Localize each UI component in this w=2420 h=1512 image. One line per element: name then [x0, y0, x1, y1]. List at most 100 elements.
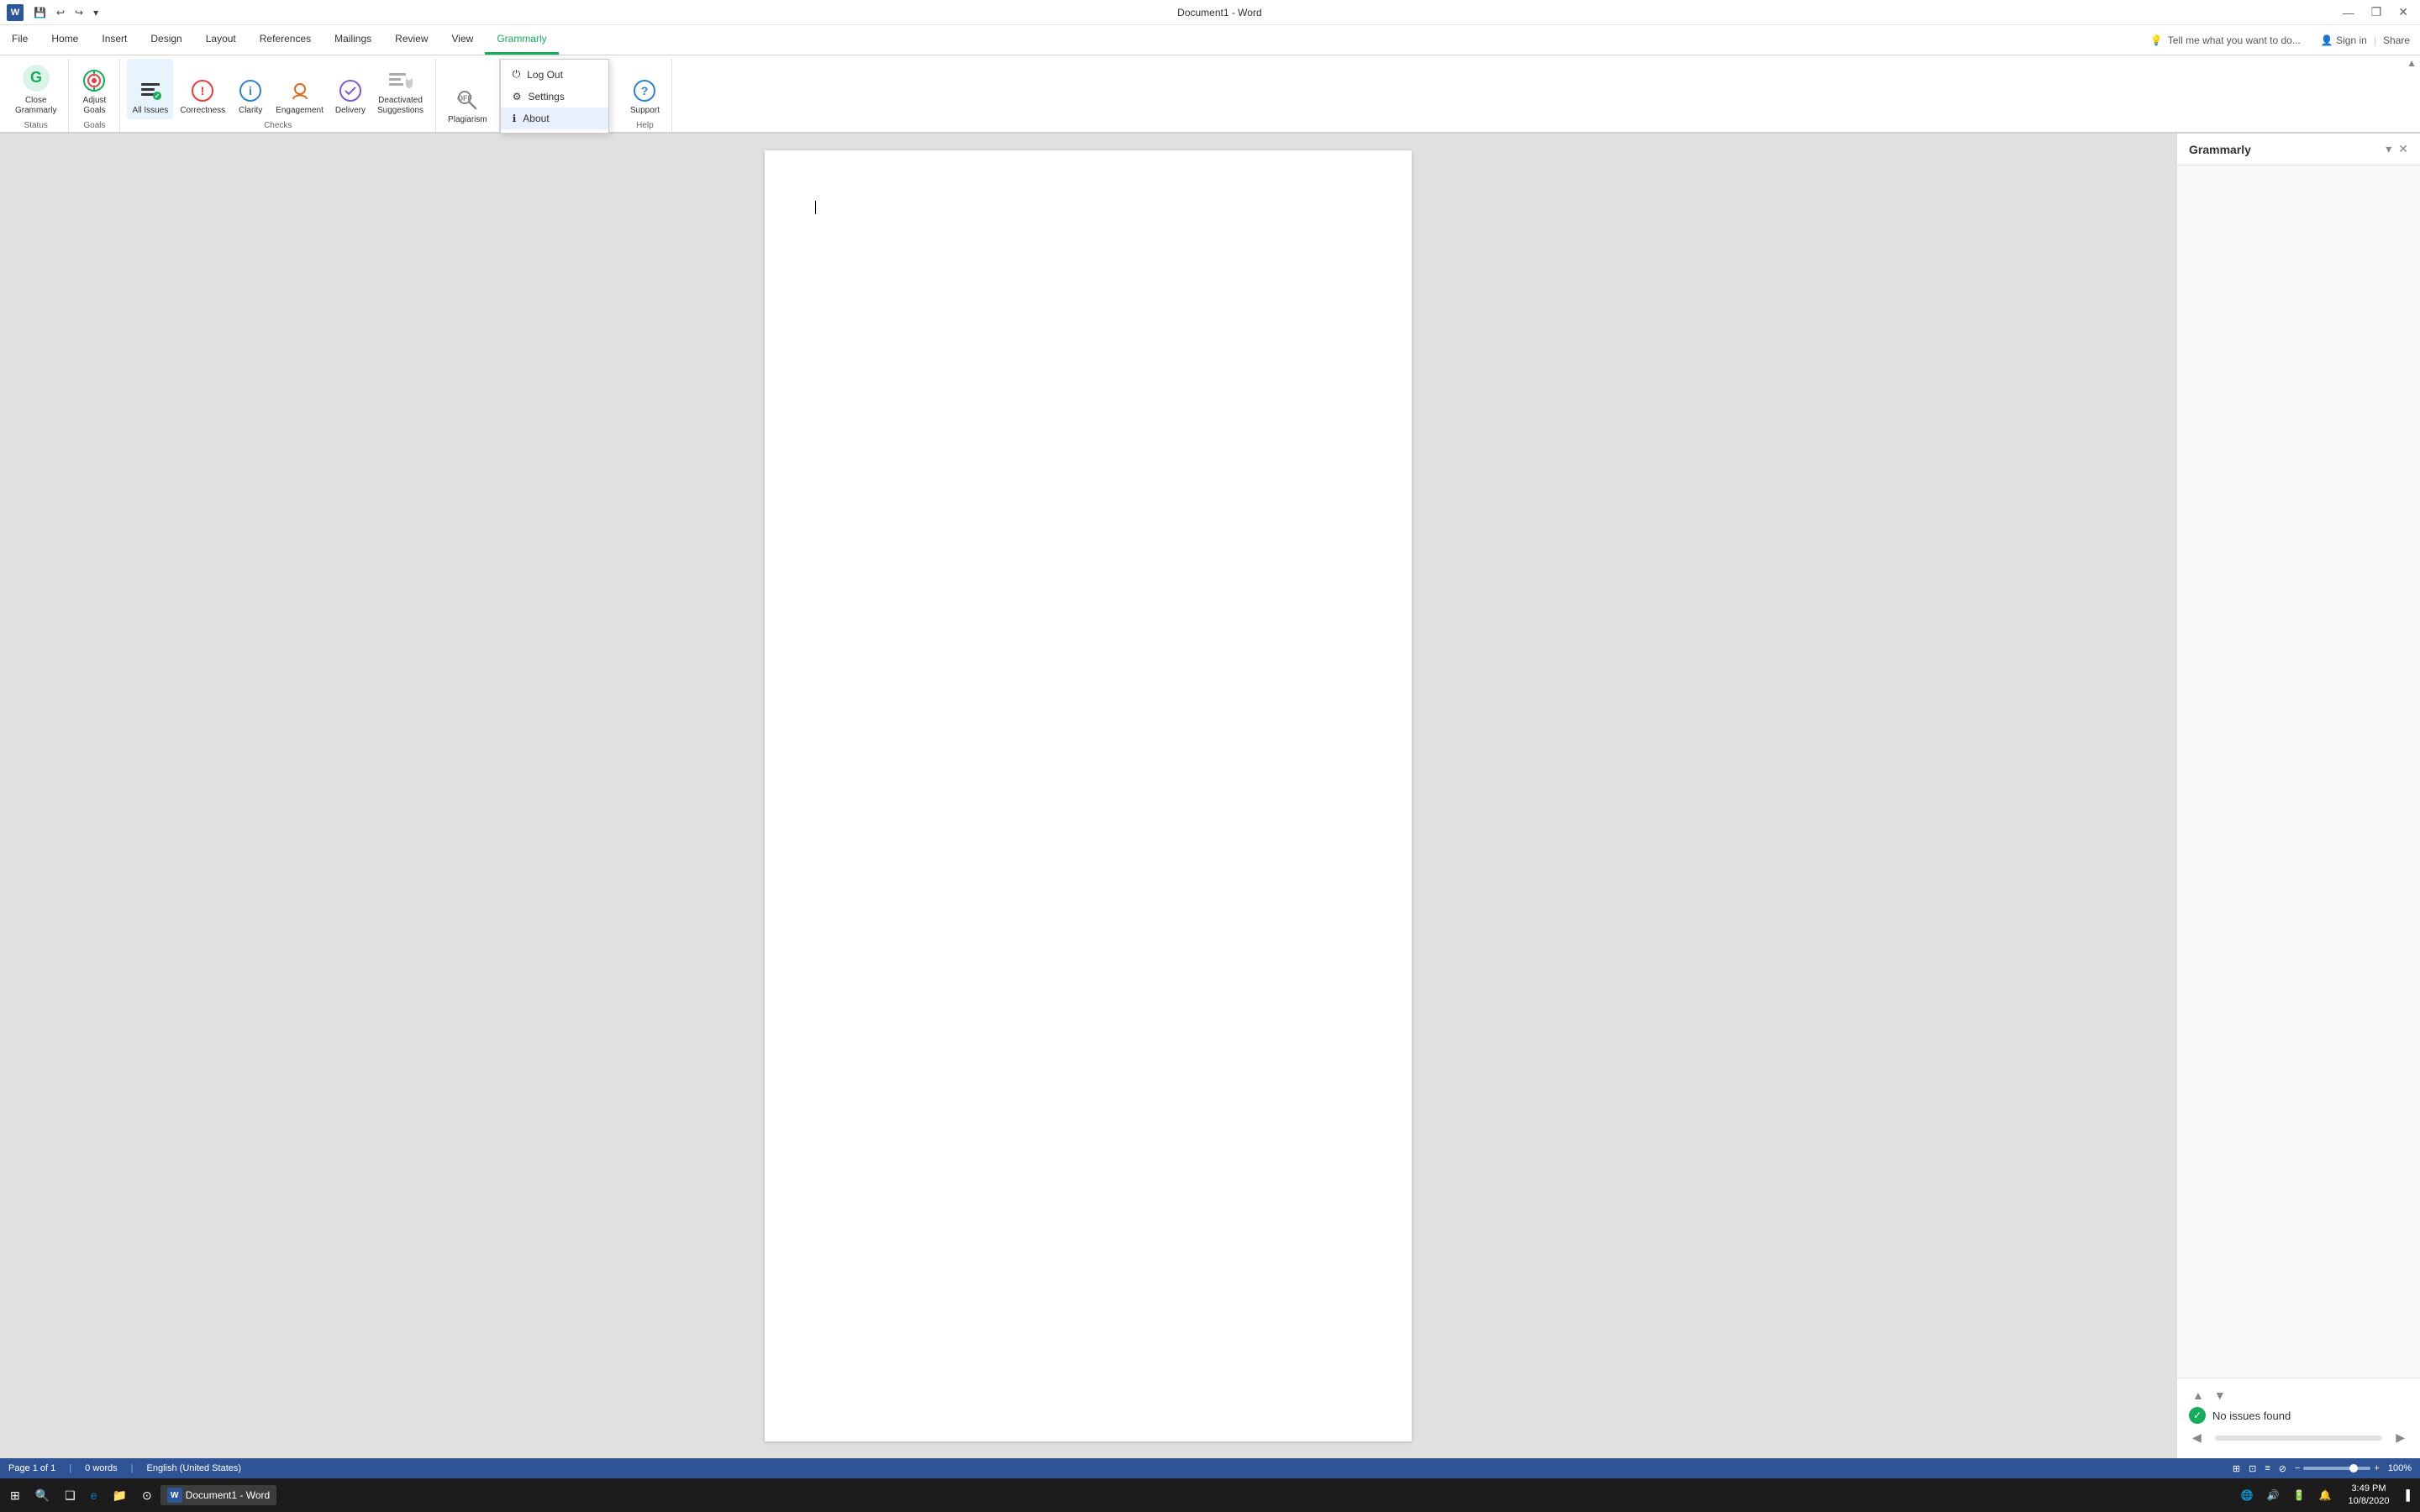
panel-scroll-bar: ◀ ▶ [2189, 1429, 2408, 1450]
panel-collapse-btn[interactable]: ▾ [2386, 142, 2391, 156]
plagiarism-btn[interactable]: OFF Plagiarism [443, 68, 492, 129]
support-btn[interactable]: ? Support [625, 59, 665, 119]
taskview-btn[interactable]: ❑ [58, 1485, 82, 1506]
grammarly-panel-content [2177, 165, 2420, 1378]
ribbon-search[interactable]: 💡 Tell me what you want to do... [2140, 25, 2311, 55]
clarity-btn[interactable]: i Clarity [232, 59, 269, 119]
search-icon: 💡 [2150, 34, 2163, 46]
edge-btn[interactable]: e [84, 1485, 104, 1505]
panel-scrollbar-track[interactable] [2215, 1436, 2382, 1441]
zoom-track[interactable] [2303, 1467, 2370, 1470]
svg-text:!: ! [201, 84, 205, 97]
zoom-percent[interactable]: 100% [2388, 1463, 2412, 1473]
sign-in-btn[interactable]: 👤 Sign in [2321, 34, 2367, 46]
close-grammarly-label: CloseGrammarly [15, 96, 56, 116]
correctness-btn[interactable]: ! Correctness [175, 59, 230, 119]
ribbon-group-plagiarism: OFF Plagiarism [436, 59, 500, 132]
deactivated-suggestions-btn[interactable]: DeactivatedSuggestions [372, 59, 429, 119]
web-layout-btn[interactable]: ⊡ [2249, 1463, 2256, 1474]
logout-item[interactable]: ⏻ Log Out [501, 63, 608, 86]
taskbar-clock[interactable]: 3:49 PM 10/8/2020 [2342, 1483, 2396, 1509]
zoom-in-btn[interactable]: + [2374, 1463, 2379, 1473]
word-taskbar-btn[interactable]: W Document1 - Word [160, 1485, 276, 1505]
tab-review[interactable]: Review [383, 25, 439, 55]
status-bar-right: ⊞ ⊡ ≡ ⊘ − + 100% [2233, 1463, 2412, 1474]
power-icon: ⏻ [513, 68, 521, 81]
customize-qat-btn[interactable]: ▾ [90, 5, 102, 20]
settings-dropdown: ⏻ Log Out ⚙ Settings ℹ About [500, 59, 609, 134]
ribbon-collapse-btn[interactable]: ▲ [2407, 57, 2417, 69]
title-bar-title: Document1 - Word [102, 7, 2338, 18]
ribbon-group-goals: AdjustGoals Goals [69, 59, 120, 132]
about-item[interactable]: ℹ About [501, 108, 608, 129]
panel-down-btn[interactable]: ▼ [2211, 1387, 2229, 1404]
panel-up-btn[interactable]: ▲ [2189, 1387, 2207, 1404]
start-btn[interactable]: ⊞ [3, 1485, 27, 1506]
all-issues-icon: ✓ [137, 77, 164, 104]
clock-time: 3:49 PM [2349, 1483, 2390, 1495]
search-btn[interactable]: 🔍 [29, 1485, 56, 1506]
deactivated-svg [387, 69, 414, 92]
tab-file[interactable]: File [0, 25, 39, 55]
word-taskbar-icon: W [167, 1488, 182, 1503]
words-status[interactable]: 0 words [85, 1463, 118, 1473]
info-icon: ℹ [513, 113, 517, 124]
all-issues-btn[interactable]: ✓ All Issues [127, 59, 173, 119]
focus-btn[interactable]: ⊘ [2279, 1463, 2286, 1474]
tab-design[interactable]: Design [139, 25, 193, 55]
language-status[interactable]: English (United States) [147, 1463, 242, 1473]
status-sep-1: | [69, 1463, 71, 1473]
tab-mailings[interactable]: Mailings [323, 25, 383, 55]
close-grammarly-icon: G [19, 62, 53, 94]
about-label: About [523, 113, 549, 124]
tab-layout[interactable]: Layout [194, 25, 248, 55]
logout-label: Log Out [527, 69, 563, 81]
text-cursor [815, 201, 816, 214]
support-icon: ? [631, 77, 658, 104]
chrome-btn[interactable]: ⊙ [135, 1485, 159, 1506]
grammarly-panel-header: Grammarly ▾ ✕ [2177, 134, 2420, 165]
network-icon[interactable]: 🌐 [2238, 1489, 2257, 1501]
redo-qat-btn[interactable]: ↪ [71, 5, 87, 20]
panel-bottom-nav: ▲ ▼ [2189, 1387, 2408, 1404]
tab-auth: 👤 Sign in | Share [2311, 25, 2420, 55]
panel-left-btn[interactable]: ◀ [2189, 1429, 2205, 1446]
close-grammarly-btn[interactable]: G CloseGrammarly [10, 59, 61, 119]
checks-group-label: Checks [127, 119, 429, 132]
show-desktop-btn[interactable]: ▌ [2402, 1489, 2417, 1501]
share-btn[interactable]: Share [2383, 34, 2410, 46]
help-buttons: ? Support [625, 59, 665, 119]
adjust-goals-btn[interactable]: AdjustGoals [76, 59, 113, 119]
deactivated-label: DeactivatedSuggestions [377, 96, 424, 116]
read-mode-btn[interactable]: ≡ [2265, 1463, 2270, 1473]
correctness-icon: ! [189, 77, 216, 104]
settings-item[interactable]: ⚙ Settings [501, 86, 608, 108]
document-page[interactable] [765, 150, 1412, 1441]
close-btn[interactable]: ✕ [2393, 3, 2413, 21]
print-layout-btn[interactable]: ⊞ [2233, 1463, 2240, 1474]
zoom-out-btn[interactable]: − [2295, 1463, 2300, 1473]
undo-qat-btn[interactable]: ↩ [53, 5, 68, 20]
tab-grammarly[interactable]: Grammarly [485, 25, 558, 55]
explorer-btn[interactable]: 📁 [106, 1485, 134, 1506]
panel-close-btn[interactable]: ✕ [2398, 142, 2408, 156]
minimize-btn[interactable]: — [2338, 4, 2360, 21]
grammarly-close-svg: G [21, 63, 51, 93]
tab-home[interactable]: Home [39, 25, 90, 55]
tab-view[interactable]: View [440, 25, 486, 55]
restore-btn[interactable]: ❐ [2366, 3, 2387, 21]
battery-icon[interactable]: 🔋 [2290, 1489, 2309, 1501]
save-qat-btn[interactable]: 💾 [30, 5, 50, 20]
engagement-label: Engagement [276, 106, 324, 116]
engagement-btn[interactable]: Engagement [271, 59, 329, 119]
page-status[interactable]: Page 1 of 1 [8, 1463, 55, 1473]
panel-right-btn[interactable]: ▶ [2392, 1429, 2408, 1446]
sound-icon[interactable]: 🔊 [2264, 1489, 2283, 1501]
delivery-btn[interactable]: Delivery [330, 59, 371, 119]
no-issues-text: No issues found [2212, 1410, 2291, 1422]
tab-insert[interactable]: Insert [90, 25, 139, 55]
tab-references[interactable]: References [248, 25, 323, 55]
doc-area[interactable] [0, 134, 2176, 1458]
notifications-icon[interactable]: 🔔 [2316, 1489, 2335, 1501]
zoom-slider[interactable]: − + [2295, 1463, 2380, 1473]
